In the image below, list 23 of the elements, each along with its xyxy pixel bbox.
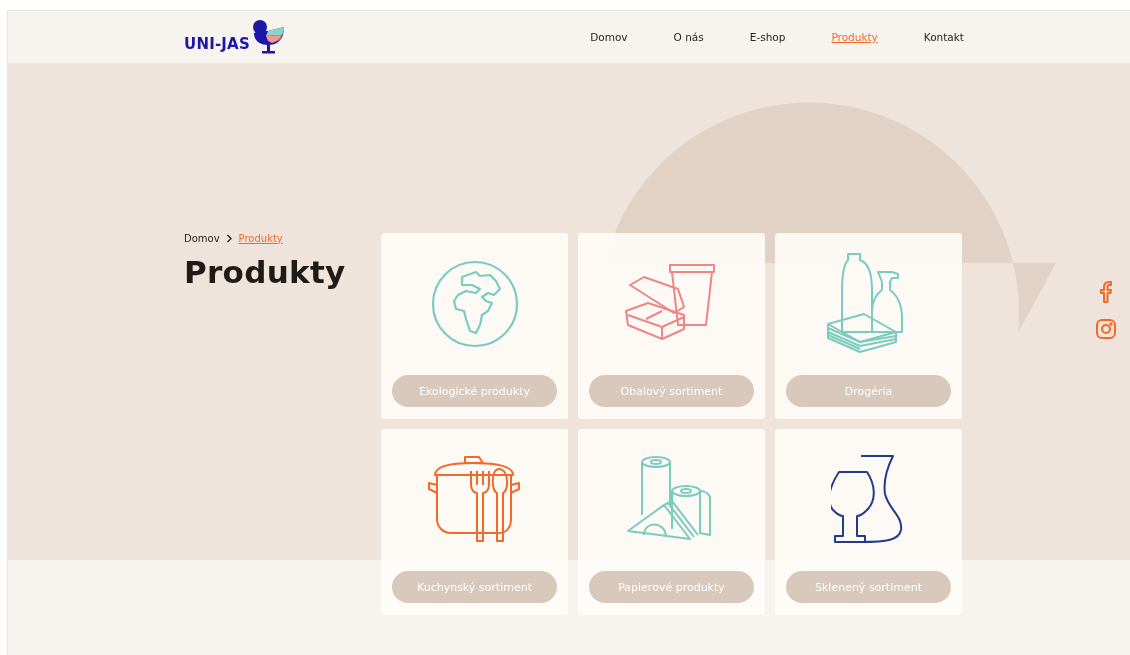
page-title: Produkty — [184, 254, 347, 290]
nav-link[interactable]: Domov — [590, 31, 628, 43]
category-button[interactable]: Sklenený sortiment — [786, 571, 951, 603]
category-button[interactable]: Ekologické produkty — [392, 375, 557, 407]
category-card[interactable]: Papierové produkty — [578, 429, 765, 615]
instagram-icon[interactable] — [1096, 319, 1116, 339]
breadcrumb-link[interactable]: Domov — [184, 233, 220, 244]
nav-link[interactable]: Kontakt — [923, 31, 964, 43]
category-button[interactable]: Obalový sortiment — [589, 375, 754, 407]
category-button[interactable]: Kuchynský sortiment — [392, 571, 557, 603]
nav-link[interactable]: O nás — [673, 31, 704, 43]
category-card[interactable]: Kuchynský sortiment — [381, 429, 568, 615]
category-button[interactable]: Papierové produkty — [589, 571, 754, 603]
category-card[interactable]: Drogéria — [775, 233, 962, 419]
category-card[interactable]: Ekologické produkty — [381, 233, 568, 419]
nav-link[interactable]: E-shop — [749, 31, 786, 43]
category-card[interactable]: Sklenený sortiment — [775, 429, 962, 615]
chevron-right-icon — [225, 234, 233, 243]
breadcrumb-link[interactable]: Produkty — [238, 233, 283, 244]
nav-link[interactable]: Produkty — [831, 31, 878, 43]
category-button[interactable]: Drogéria — [786, 375, 951, 407]
category-card[interactable]: Obalový sortiment — [578, 233, 765, 419]
logo-text[interactable]: UNI-JAS — [184, 37, 250, 52]
